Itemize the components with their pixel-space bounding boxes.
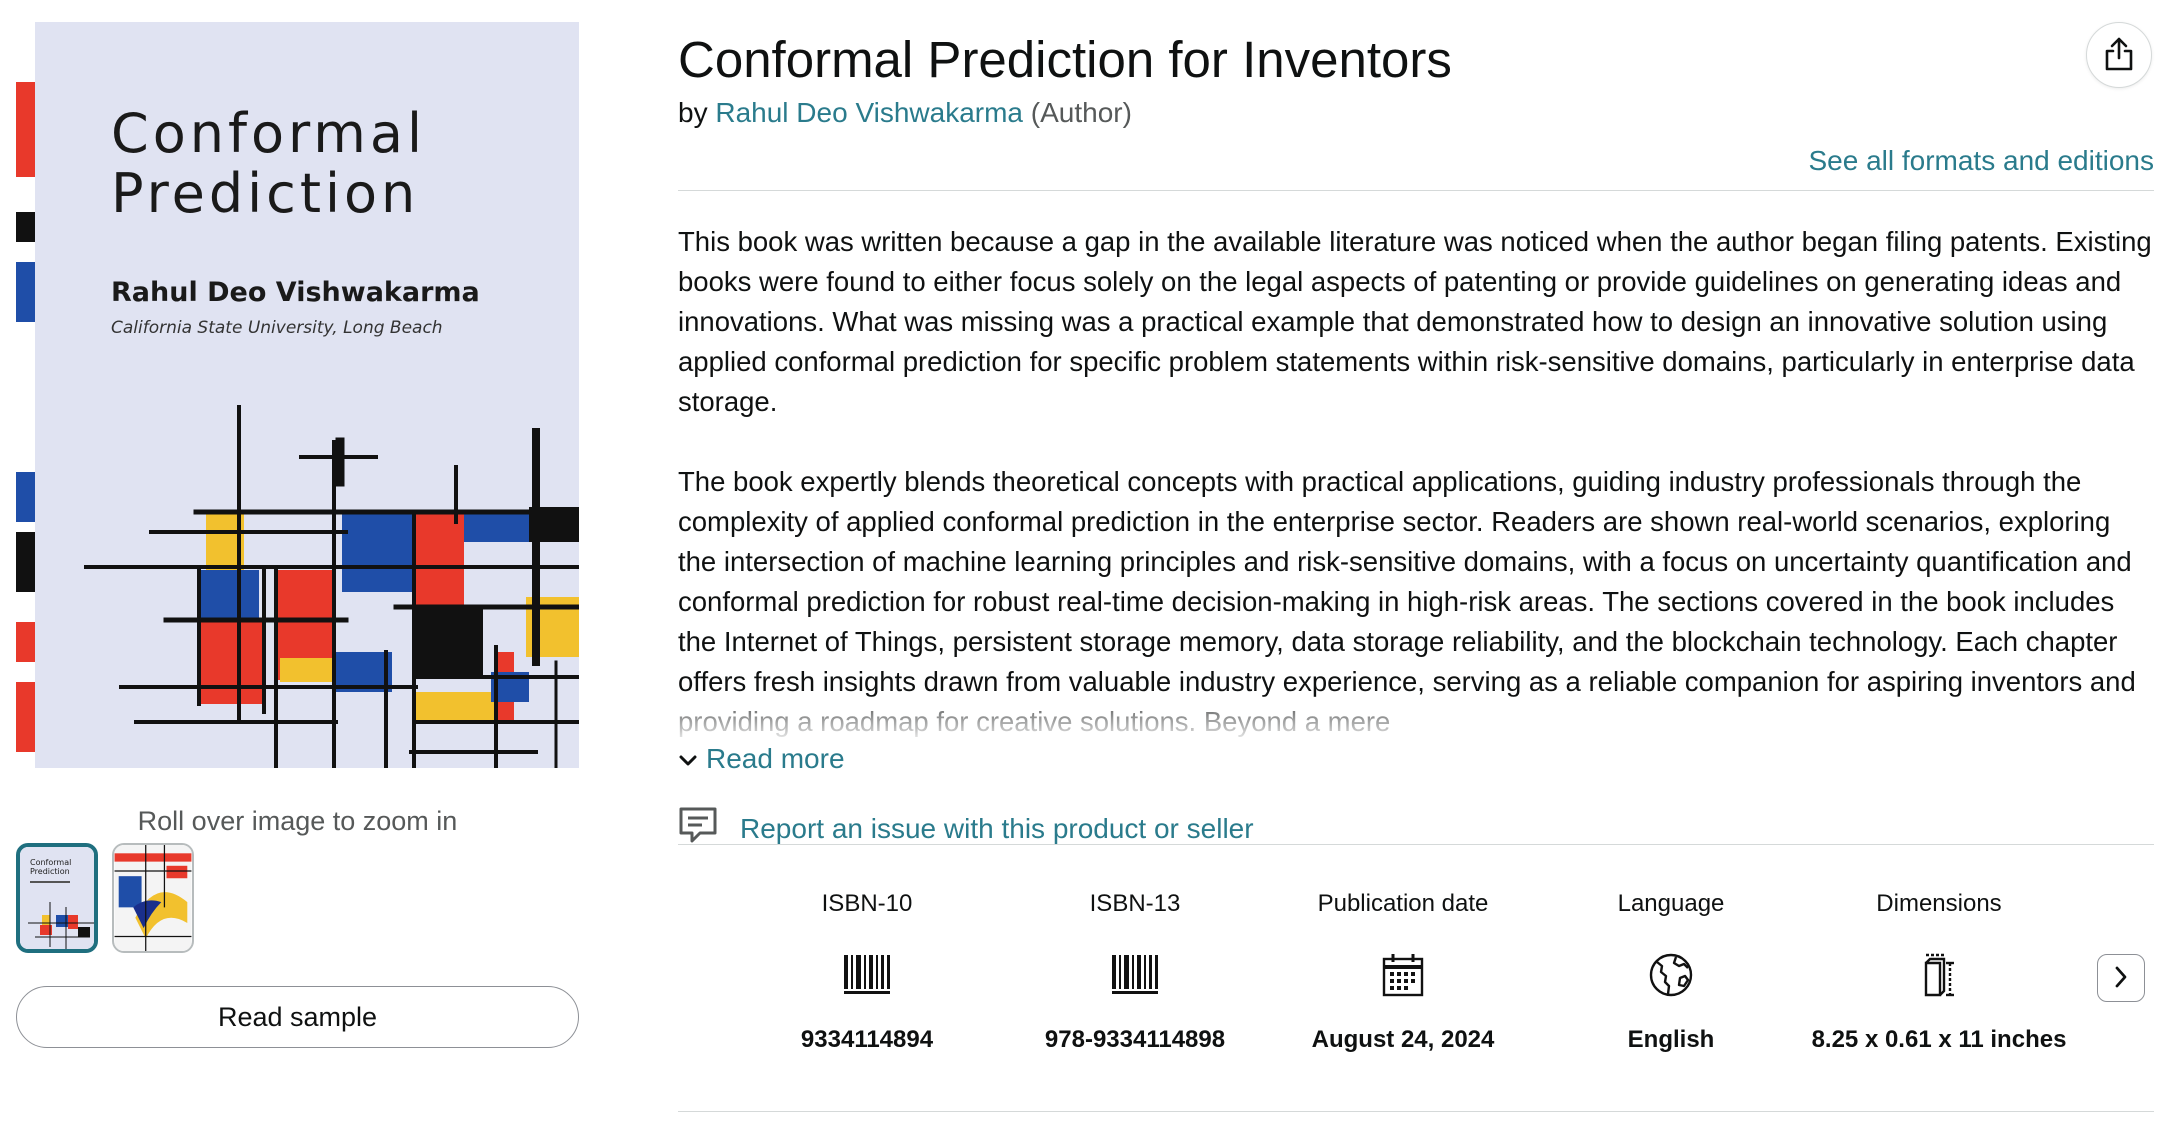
read-sample-button[interactable]: Read sample [16,986,579,1048]
author-role: (Author) [1030,97,1132,128]
read-more-link[interactable]: Read more [678,743,845,775]
cover-title-line1: Conformal [111,102,426,165]
zoom-hint: Roll over image to zoom in [137,806,458,836]
share-button[interactable] [2086,22,2152,88]
detail-label: ISBN-13 [1089,890,1181,917]
divider [678,1111,2154,1112]
detail-value: English [1627,1026,1715,1053]
description-paragraph-1: This book was written because a gap in t… [678,226,2152,417]
detail-value: August 24, 2024 [1311,1026,1495,1053]
byline: by Rahul Deo Vishwakarma (Author) [678,97,1132,129]
share-icon [2103,36,2135,75]
dimensions-icon [1922,953,1956,1002]
chevron-right-icon [2113,965,2129,992]
thumbnail-back-cover[interactable] [112,843,194,953]
author-link[interactable]: Rahul Deo Vishwakarma [715,97,1023,128]
book-cover-image[interactable]: Conformal Prediction Rahul Deo Vishwakar… [16,22,579,768]
globe-icon [1648,952,1694,1003]
thumb-cover-title-line2: Prediction [30,867,70,876]
detail-value: 8.25 x 0.61 x 11 inches [1811,1026,2067,1053]
thumb-cover-title-line1: Conformal [30,858,71,867]
divider [678,190,2154,191]
detail-publication-date: Publication date August 24, 2024 [1269,890,1537,1056]
details-next-button[interactable] [2097,954,2145,1002]
detail-label: Language [1617,890,1725,917]
detail-label: Dimensions [1876,890,2002,917]
book-description: This book was written because a gap in t… [678,222,2154,742]
see-all-formats-link[interactable]: See all formats and editions [1808,145,2154,177]
byline-prefix: by [678,97,708,128]
product-details-carousel: ISBN-10 9334114894 ISBN-13 978-933411489… [733,890,2073,1056]
detail-dimensions: Dimensions 8.25 x 0.61 x 11 inches [1805,890,2073,1056]
divider [678,844,2154,845]
product-title: Conformal Prediction for Inventors [678,31,1452,88]
cover-author: Rahul Deo Vishwakarma [111,277,480,308]
calendar-icon [1382,953,1424,1002]
detail-isbn10: ISBN-10 9334114894 [733,890,1001,1056]
detail-label: ISBN-10 [821,890,913,917]
thumbnail-cover[interactable]: Conformal Prediction [16,843,98,953]
detail-isbn13: ISBN-13 978-9334114898 [1001,890,1269,1056]
read-more-label: Read more [706,743,845,774]
detail-value: 9334114894 [800,1026,934,1053]
barcode-icon [1112,954,1158,1000]
detail-language: Language English [1537,890,1805,1056]
detail-value: 978-9334114898 [1044,1026,1226,1053]
cover-affiliation: California State University, Long Beach [111,318,443,338]
barcode-icon [844,954,890,1000]
image-thumbnails: Conformal Prediction [16,843,194,953]
report-issue-label: Report an issue with this product or sel… [740,812,1254,844]
detail-label: Publication date [1317,890,1489,917]
cover-title-line2: Prediction [111,162,419,225]
description-fade [678,696,2154,742]
chevron-down-icon [678,743,698,775]
